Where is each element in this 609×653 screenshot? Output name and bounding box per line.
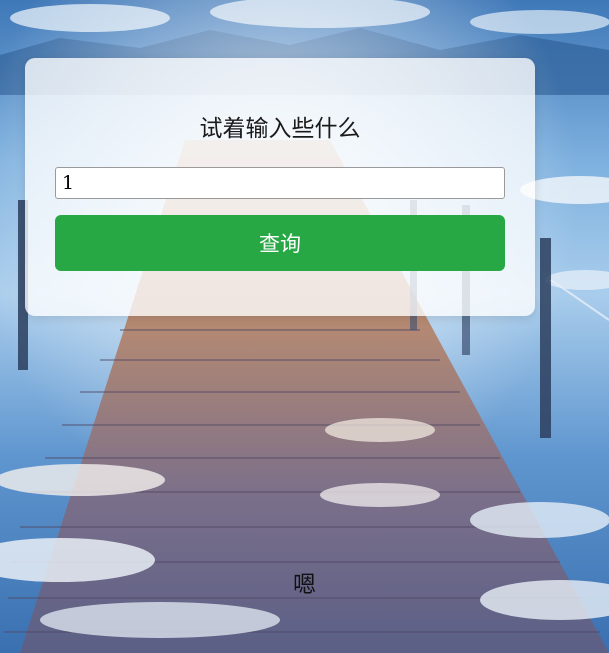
card-title: 试着输入些什么: [199, 116, 361, 142]
search-card: 试着输入些什么 查询: [25, 58, 535, 316]
query-button[interactable]: 查询: [55, 215, 505, 271]
result-text: 嗯: [293, 572, 316, 598]
search-input[interactable]: [55, 167, 505, 199]
page-background: 试着输入些什么 查询 嗯: [0, 0, 609, 653]
